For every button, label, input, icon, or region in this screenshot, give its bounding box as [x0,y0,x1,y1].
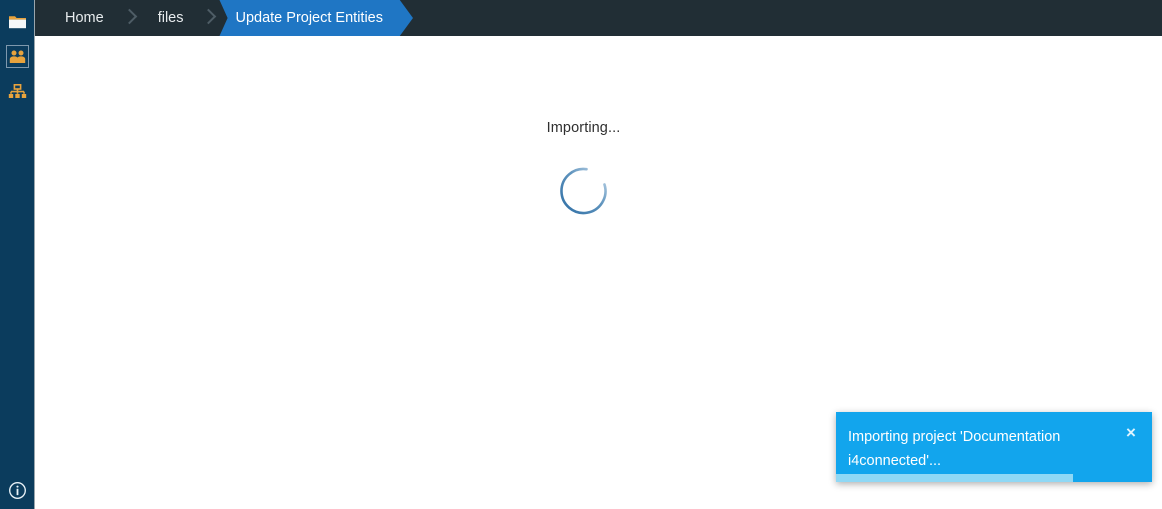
close-icon[interactable]: × [1120,421,1142,443]
users-icon [5,44,29,68]
sidebar-item-info[interactable] [0,473,34,507]
breadcrumb: Home files Update Project Entities [35,0,1162,36]
breadcrumb-active-label-wrap[interactable]: Update Project Entities [233,0,391,36]
sidebar-item-folder[interactable] [0,4,34,38]
breadcrumb-item-label: files [157,10,184,26]
spinner-wrap [35,162,1132,225]
toast-progress-fill [836,474,1073,482]
toast-notification[interactable]: Importing project 'Documentation i4conne… [836,412,1152,482]
toast-message: Importing project 'Documentation i4conne… [848,429,1061,469]
breadcrumb-separator-icon [118,0,144,36]
breadcrumb-item-label: Home [65,10,104,26]
info-circle-icon [8,481,27,500]
loading-spinner-icon [555,162,613,225]
application-window: Home files Update Project Entities Impor… [0,0,1162,509]
sidebar-item-org-chart[interactable] [0,75,34,109]
toast-progress-track [836,474,1152,482]
breadcrumb-active-tail [219,0,234,36]
top-header: Home files Update Project Entities [35,0,1162,36]
breadcrumb-item-update-project-entities[interactable]: Update Project Entities [219,0,413,36]
breadcrumb-item-home[interactable]: Home [35,0,118,36]
org-chart-icon [8,83,27,102]
breadcrumb-active-arrow-icon [390,0,413,36]
left-sidebar [0,0,35,509]
loading-label: Importing... [546,120,621,136]
breadcrumb-item-label: Update Project Entities [235,10,383,26]
loading-block: Importing... [35,120,1132,225]
sidebar-item-users[interactable] [0,39,34,73]
folder-icon [8,12,27,31]
breadcrumb-item-files[interactable]: files [144,0,198,36]
